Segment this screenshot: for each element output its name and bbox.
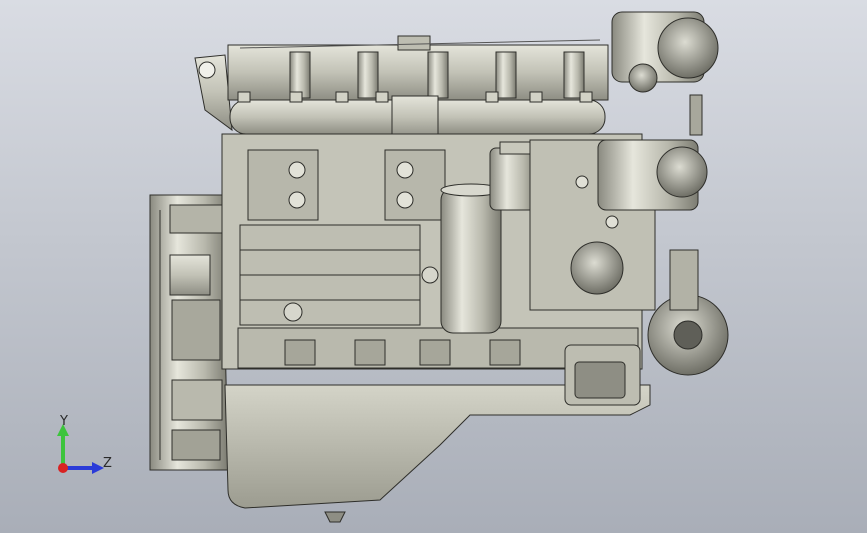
rocker-cover [227,35,609,101]
ecu-module [564,344,641,406]
engine-model[interactable] [0,0,867,533]
lifting-bracket [194,54,233,132]
flywheel-housing [149,194,229,471]
oil-pan [224,384,651,523]
x-axis-dot [58,463,68,473]
y-axis-label: Y [60,414,68,429]
z-axis-label: Z [103,456,112,471]
cad-viewport[interactable]: Y Z [0,0,867,533]
